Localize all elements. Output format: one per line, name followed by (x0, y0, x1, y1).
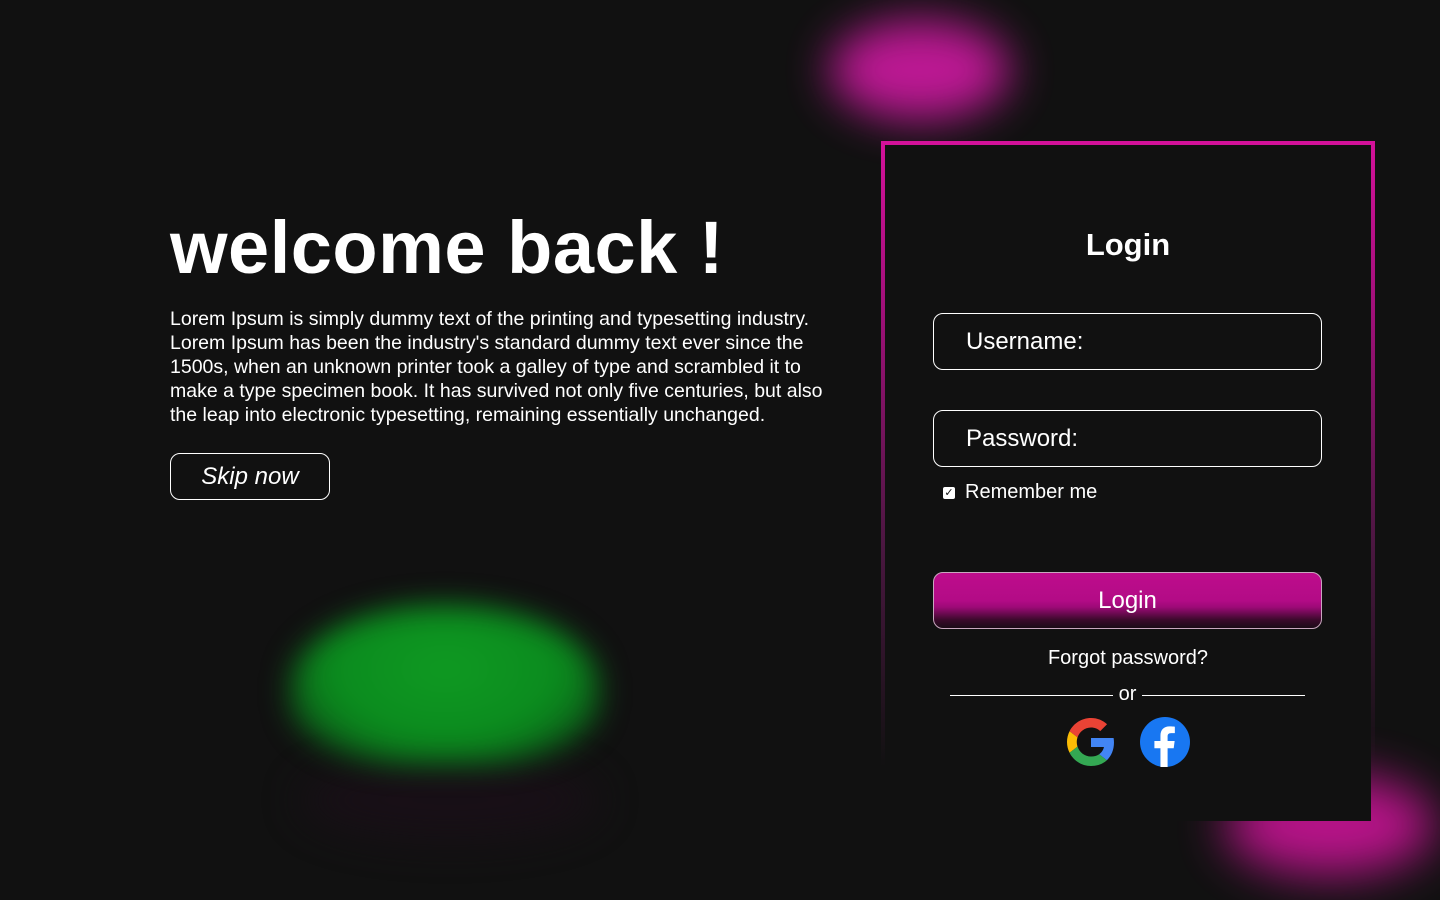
green-glow-shadow (300, 760, 600, 840)
pink-glow-top (830, 20, 1010, 120)
remember-me[interactable]: ✓ Remember me (943, 481, 1097, 504)
username-field[interactable]: Username: (933, 313, 1322, 370)
divider-line-left (950, 695, 1113, 696)
password-placeholder: Password: (966, 424, 1079, 452)
facebook-login-button[interactable] (1140, 717, 1190, 767)
hero-description: Lorem Ipsum is simply dummy text of the … (170, 308, 823, 426)
facebook-icon (1140, 717, 1190, 767)
green-glow (290, 605, 600, 765)
google-login-button[interactable] (1066, 717, 1116, 767)
login-title: Login (1085, 227, 1171, 262)
divider-line-right (1142, 695, 1306, 696)
forgot-password-link[interactable]: Forgot password? (885, 647, 1371, 670)
hero-section: welcome back ! Lorem Ipsum is simply dum… (170, 205, 830, 500)
password-field[interactable]: Password: (933, 410, 1322, 467)
social-login-buttons (885, 717, 1371, 767)
remember-me-label: Remember me (965, 481, 1098, 503)
login-button[interactable]: Login (933, 572, 1322, 629)
login-page: welcome back ! Lorem Ipsum is simply dum… (0, 0, 1440, 900)
divider-label: or (1118, 683, 1137, 705)
hero-title: welcome back ! (170, 206, 725, 289)
skip-now-button[interactable]: Skip now (170, 453, 330, 500)
login-card: Login Username: Password: ✓ Remember me … (881, 141, 1375, 821)
or-divider: or (950, 683, 1306, 706)
username-placeholder: Username: (966, 327, 1084, 355)
remember-me-checkbox[interactable]: ✓ (943, 486, 955, 499)
google-icon (1067, 718, 1114, 766)
